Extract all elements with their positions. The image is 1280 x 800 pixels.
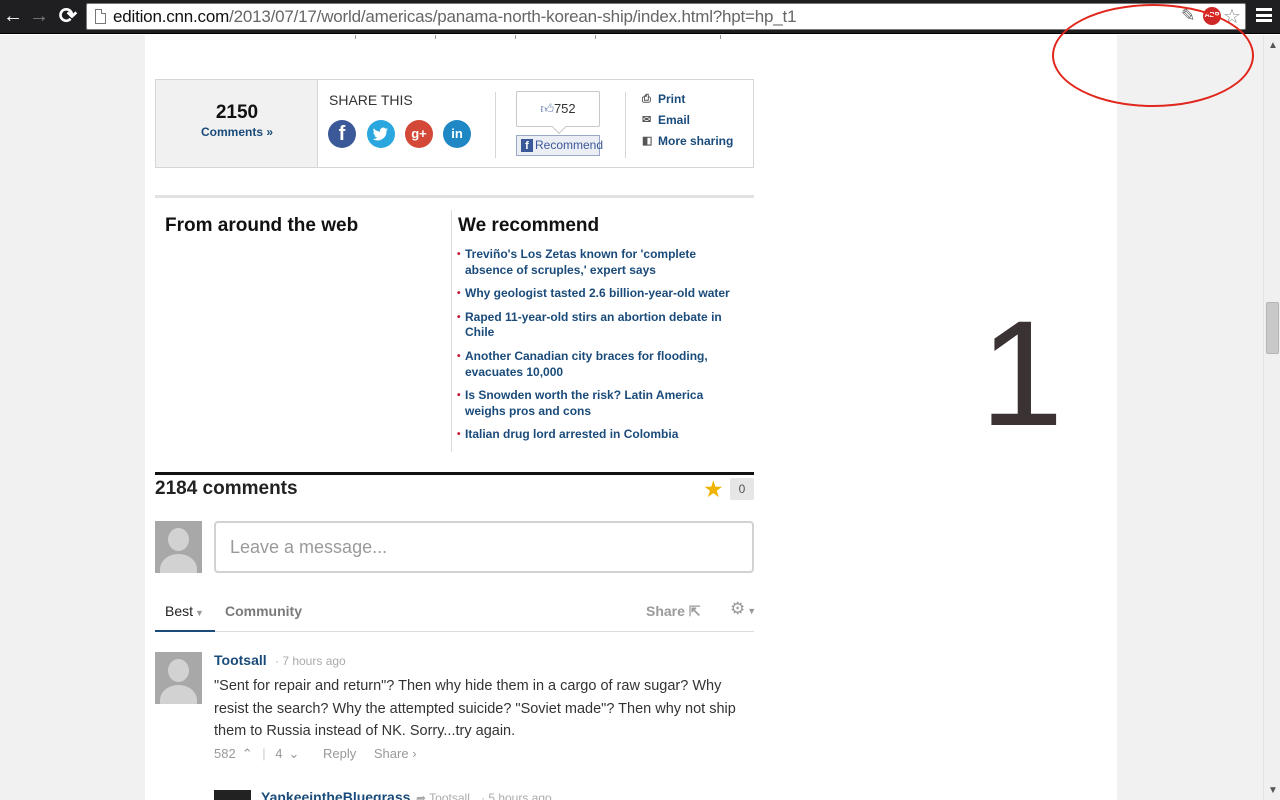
star-count: 0 [730,478,754,500]
recommend-column-divider [451,210,452,452]
scrollbar[interactable]: ▲ ▼ [1263,35,1280,800]
recommend-link[interactable]: Raped 11-year-old stirs an abortion deba… [457,310,747,341]
upvote-icon[interactable]: ⌃ [242,746,253,761]
scroll-up-icon[interactable]: ▲ [1268,40,1278,51]
divider [625,92,626,158]
downvote-icon[interactable]: ⌄ [288,746,299,761]
recommend-link[interactable]: Another Canadian city braces for floodin… [457,349,747,380]
comment-author[interactable]: Tootsall [214,652,267,668]
menu-icon[interactable] [1256,8,1272,22]
recommend-link[interactable]: Italian drug lord arrested in Colombia [457,427,747,443]
message-box[interactable] [214,521,754,573]
facebook-f-icon: f [521,139,533,152]
gear-icon[interactable]: ⚙ ▼ [730,599,756,619]
reply-link[interactable]: Reply [323,746,356,761]
message-input[interactable] [216,523,752,571]
share-links: ⎙ Print ✉ Email ◧ More sharing [642,92,733,155]
linkedin-icon[interactable]: in [443,120,471,148]
star-icon[interactable]: ★ [703,476,724,503]
divider [495,92,496,158]
facebook-icon[interactable]: f [328,120,356,148]
share-label: Share [646,603,685,619]
from-around-web-title: From around the web [165,215,359,236]
upvote-count: 582 [214,746,236,761]
email-label: Email [658,113,691,127]
forward-icon[interactable]: → [26,4,52,28]
scroll-down-icon[interactable]: ▼ [1268,785,1278,796]
url-text[interactable]: edition.cnn.com/2013/07/17/world/america… [113,7,797,27]
recommend-list: Treviño's Los Zetas known for 'complete … [457,247,747,451]
tab-best-label: Best [165,603,194,619]
nav-remnant [145,35,735,39]
reply-time[interactable]: · 5 hours ago [481,791,552,800]
recommend-label: Recommend [535,138,604,152]
print-link[interactable]: ⎙ Print [642,92,733,113]
email-link[interactable]: ✉ Email [642,113,733,134]
annotation-number: 1 [980,289,1064,457]
share-arrow-icon: ◧ [642,135,653,147]
scroll-thumb[interactable] [1266,302,1279,354]
comment-time[interactable]: · 7 hours ago [275,654,346,668]
more-sharing-label: More sharing [658,134,734,148]
comments-top-rule [155,472,754,475]
share-link[interactable]: Share › [374,746,417,761]
share-comments-button[interactable]: Share ⇱ [646,603,701,620]
downvote-count: 4 [275,746,283,761]
annotation-ellipse [1052,4,1254,107]
comment-actions: 582 ⌃ | 4 ⌄ Reply Share › [214,746,423,762]
facebook-recommend-button[interactable]: f Recommend [516,135,604,156]
recommend-link[interactable]: Treviño's Los Zetas known for 'complete … [457,247,747,278]
twitter-icon[interactable] [367,120,395,148]
avatar[interactable] [155,652,202,704]
googleplus-icon[interactable]: g+ [405,120,433,148]
print-label: Print [658,92,686,106]
avatar [155,521,202,573]
page-icon [95,9,106,24]
recommend-divider [155,195,754,198]
tab-community[interactable]: Community [225,603,302,619]
tabs-rule [155,631,754,632]
tab-best-underline [155,630,215,632]
recommend-link[interactable]: Is Snowden worth the risk? Latin America… [457,388,747,419]
envelope-icon: ✉ [642,114,652,126]
share-title: SHARE THIS [329,92,413,108]
comment-count: 2150 [215,102,259,123]
tab-best[interactable]: Best ▼ [165,603,204,619]
url-path: /2013/07/17/world/americas/panama-north-… [229,7,797,26]
reply-to: ➦ Tootsall [416,791,470,800]
thumbs-up-icon: 👍︎ [540,101,554,116]
comments-count: 2184 comments [155,478,298,499]
avatar[interactable] [214,790,251,800]
comment-text: "Sent for repair and return"? Then why h… [214,678,736,740]
comment-count-cell[interactable]: 2150 Comments » [156,80,318,167]
like-count-bubble: 👍︎752 [516,91,600,127]
share-box: 2150 Comments » SHARE THIS f g+ in 👍︎752… [155,79,754,168]
share-export-icon: ⇱ [688,603,701,619]
printer-icon: ⎙ [642,93,651,105]
reload-icon[interactable]: ⟳ [55,4,81,28]
like-count: 752 [553,101,576,116]
caret-down-icon: ▼ [195,608,204,618]
we-recommend-title: We recommend [458,215,600,236]
reply-to-author: Tootsall [429,791,470,800]
back-icon[interactable]: ← [0,4,26,28]
recommend-link[interactable]: Why geologist tasted 2.6 billion-year-ol… [457,286,747,302]
more-sharing-link[interactable]: ◧ More sharing [642,134,733,155]
reply-author[interactable]: YankeeintheBluegrass [261,789,410,800]
url-domain: edition.cnn.com [113,7,230,26]
comments-link[interactable]: Comments » [156,125,318,139]
divider: | [262,746,266,761]
